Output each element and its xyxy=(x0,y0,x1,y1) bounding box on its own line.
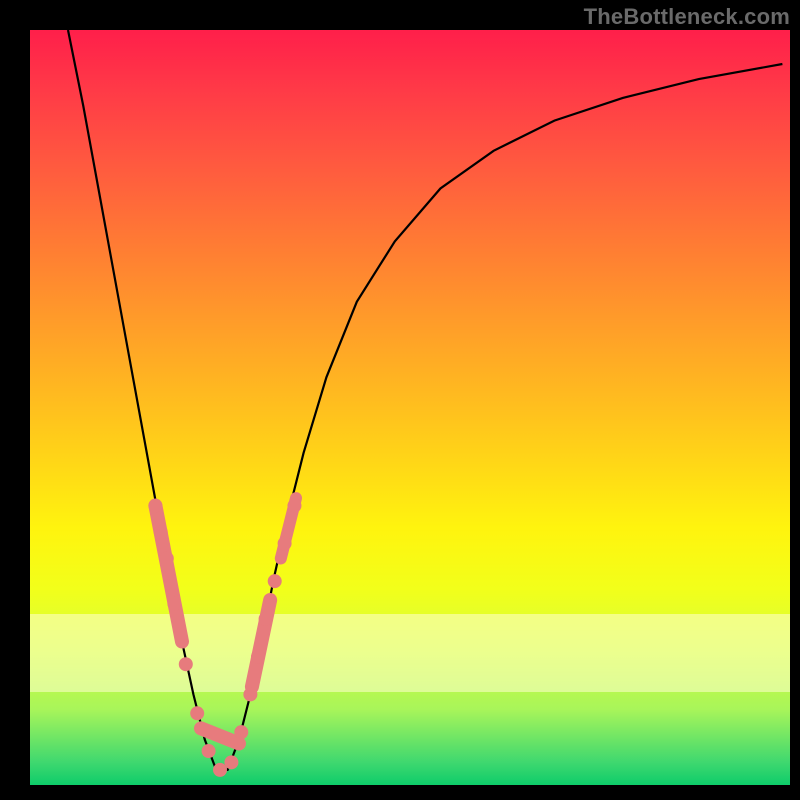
highlight-dot xyxy=(148,499,162,513)
highlight-dot xyxy=(160,552,174,566)
highlight-dot xyxy=(234,725,248,739)
bottleneck-curve xyxy=(68,30,782,770)
highlight-dot xyxy=(259,612,273,626)
watermark-text: TheBottleneck.com xyxy=(584,4,790,30)
highlight-dot xyxy=(268,574,282,588)
highlight-dot xyxy=(202,744,216,758)
highlight-dot xyxy=(251,650,265,664)
highlight-dot xyxy=(167,597,181,611)
highlight-segments xyxy=(155,498,296,743)
highlight-dot xyxy=(154,525,168,539)
highlight-dot xyxy=(287,499,301,513)
highlight-segment xyxy=(201,728,239,743)
chart-frame: TheBottleneck.com xyxy=(0,0,800,800)
highlight-dot xyxy=(243,687,257,701)
highlight-dot xyxy=(190,706,204,720)
curve-layer xyxy=(30,30,790,785)
highlight-dot xyxy=(278,536,292,550)
highlight-dot xyxy=(224,755,238,769)
highlight-dot xyxy=(179,657,193,671)
highlight-dot xyxy=(213,763,227,777)
